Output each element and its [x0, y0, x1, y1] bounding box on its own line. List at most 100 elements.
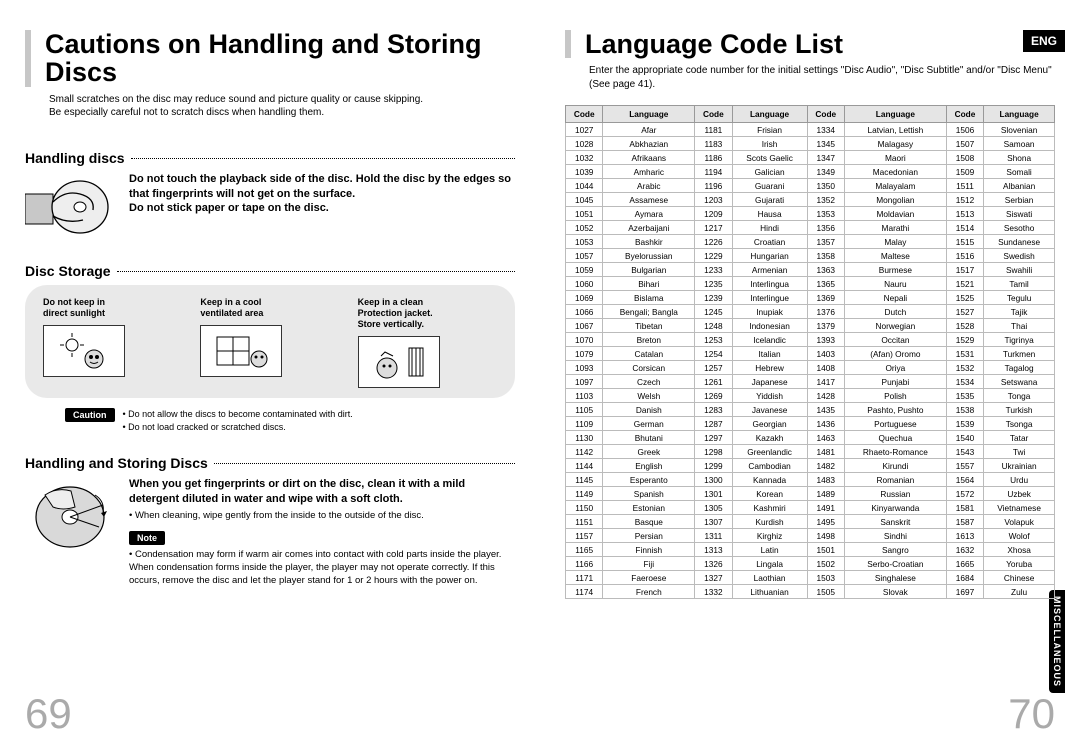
language-cell: Ukrainian [984, 459, 1055, 473]
language-cell: Vietnamese [984, 501, 1055, 515]
language-cell: Interlingue [732, 291, 807, 305]
code-cell: 1069 [566, 291, 603, 305]
language-cell: Malay [844, 235, 946, 249]
code-cell: 1527 [946, 305, 983, 319]
language-cell: Bashkir [603, 235, 695, 249]
language-cell: Byelorussian [603, 249, 695, 263]
code-cell: 1057 [566, 249, 603, 263]
code-cell: 1217 [695, 221, 732, 235]
language-cell: Sanskrit [844, 515, 946, 529]
table-row: 1103Welsh1269Yiddish1428Polish1535Tonga [566, 389, 1055, 403]
storage-3-l3: Store vertically. [358, 319, 424, 329]
language-cell: Romanian [844, 473, 946, 487]
code-cell: 1369 [807, 291, 844, 305]
table-row: 1150Estonian1305Kashmiri1491Kinyarwanda1… [566, 501, 1055, 515]
language-cell: Shona [984, 151, 1055, 165]
code-cell: 1483 [807, 473, 844, 487]
code-cell: 1514 [946, 221, 983, 235]
language-cell: Estonian [603, 501, 695, 515]
code-cell: 1529 [946, 333, 983, 347]
language-cell: Punjabi [844, 375, 946, 389]
language-cell: Croatian [732, 235, 807, 249]
code-cell: 1142 [566, 445, 603, 459]
language-cell: German [603, 417, 695, 431]
language-cell: Lingala [732, 557, 807, 571]
note-text: • Condensation may form if warm air come… [129, 549, 515, 587]
language-cell: Javanese [732, 403, 807, 417]
section-handling-storing: Handling and Storing Discs [25, 455, 515, 471]
language-cell: Somali [984, 165, 1055, 179]
code-cell: 1059 [566, 263, 603, 277]
table-row: 1028Abkhazian1183Irish1345Malagasy1507Sa… [566, 137, 1055, 151]
language-cell: Kirundi [844, 459, 946, 473]
section-handling-storing-label: Handling and Storing Discs [25, 455, 208, 471]
section-handling-discs-label: Handling discs [25, 150, 125, 166]
language-cell: Galician [732, 165, 807, 179]
code-cell: 1157 [566, 529, 603, 543]
code-cell: 1502 [807, 557, 844, 571]
language-cell: Amharic [603, 165, 695, 179]
language-cell: Tamil [984, 277, 1055, 291]
table-row: 1079Catalan1254Italian1403(Afan) Oromo15… [566, 347, 1055, 361]
language-cell: Bislama [603, 291, 695, 305]
code-cell: 1435 [807, 403, 844, 417]
code-cell: 1352 [807, 193, 844, 207]
code-cell: 1151 [566, 515, 603, 529]
table-row: 1070Breton1253Icelandic1393Occitan1529Ti… [566, 333, 1055, 347]
code-cell: 1512 [946, 193, 983, 207]
code-cell: 1105 [566, 403, 603, 417]
language-cell: Hebrew [732, 361, 807, 375]
ventilated-icon [200, 325, 282, 377]
code-cell: 1572 [946, 487, 983, 501]
clean-text-2: • When cleaning, wipe gently from the in… [129, 510, 515, 523]
hand-holding-disc-icon [25, 172, 115, 247]
code-cell: 1269 [695, 389, 732, 403]
code-cell: 1353 [807, 207, 844, 221]
language-cell: Bengali; Bangla [603, 305, 695, 319]
code-cell: 1345 [807, 137, 844, 151]
language-cell: Bhutani [603, 431, 695, 445]
language-cell: Wolof [984, 529, 1055, 543]
language-cell: Tagalog [984, 361, 1055, 375]
caution-bullet-1: • Do not allow the discs to become conta… [123, 408, 353, 420]
code-cell: 1239 [695, 291, 732, 305]
table-row: 1069Bislama1239Interlingue1369Nepali1525… [566, 291, 1055, 305]
th-code-1: Code [566, 106, 603, 123]
code-cell: 1531 [946, 347, 983, 361]
language-cell: Oriya [844, 361, 946, 375]
language-cell: Welsh [603, 389, 695, 403]
code-cell: 1097 [566, 375, 603, 389]
language-cell: Tonga [984, 389, 1055, 403]
language-cell: Tajik [984, 305, 1055, 319]
code-cell: 1376 [807, 305, 844, 319]
language-cell: Interlingua [732, 277, 807, 291]
language-cell: Afrikaans [603, 151, 695, 165]
code-cell: 1363 [807, 263, 844, 277]
handling-text-1: Do not touch the playback side of the di… [129, 172, 515, 202]
storage-box: Do not keep in direct sunlight Keep in a… [25, 285, 515, 399]
code-cell: 1130 [566, 431, 603, 445]
language-cell: Bihari [603, 277, 695, 291]
language-cell: Urdu [984, 473, 1055, 487]
language-cell: Gujarati [732, 193, 807, 207]
language-cell: Kashmiri [732, 501, 807, 515]
storage-3-l2: Protection jacket. [358, 308, 433, 318]
language-cell: Setswana [984, 375, 1055, 389]
th-lang-1: Language [603, 106, 695, 123]
code-cell: 1408 [807, 361, 844, 375]
language-cell: Burmese [844, 263, 946, 277]
code-cell: 1697 [946, 585, 983, 599]
language-cell: Thai [984, 319, 1055, 333]
code-cell: 1613 [946, 529, 983, 543]
code-cell: 1174 [566, 585, 603, 599]
storage-1-l2: direct sunlight [43, 308, 105, 318]
language-cell: Polish [844, 389, 946, 403]
page-left: Cautions on Handling and Storing Discs S… [0, 0, 540, 753]
language-cell: Italian [732, 347, 807, 361]
language-cell: (Afan) Oromo [844, 347, 946, 361]
language-cell: Laothian [732, 571, 807, 585]
language-cell: Yoruba [984, 557, 1055, 571]
language-cell: Quechua [844, 431, 946, 445]
storage-2-l2: ventilated area [200, 308, 263, 318]
language-cell: Hungarian [732, 249, 807, 263]
